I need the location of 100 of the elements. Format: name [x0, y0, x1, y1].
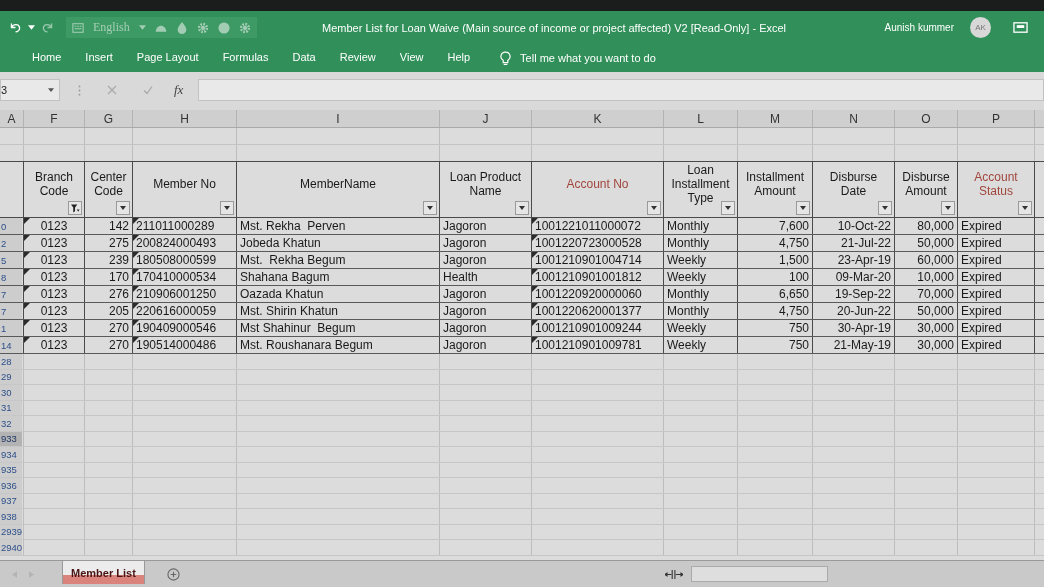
column-heading[interactable]: M	[738, 110, 813, 127]
filter-button[interactable]	[515, 201, 529, 216]
row-number[interactable]: 30	[0, 385, 22, 400]
corner-triangle-icon	[24, 337, 30, 343]
table-cell: Health	[443, 270, 478, 284]
table-cell: 275	[108, 236, 129, 250]
column-heading[interactable]: H	[133, 110, 237, 127]
row-number[interactable]: 7	[0, 286, 22, 302]
row-number[interactable]: 8	[0, 269, 22, 285]
row-number[interactable]: 7	[0, 303, 22, 319]
column-heading[interactable]: J	[440, 110, 532, 127]
table-cell: 21-May-19	[833, 338, 891, 352]
ribbon-tab[interactable]: Review	[327, 48, 388, 68]
caret-icon	[1022, 206, 1028, 211]
undo-icon[interactable]	[8, 21, 23, 34]
row-number[interactable]: 2940	[0, 540, 22, 555]
caret-icon	[48, 88, 54, 92]
table-cell: 10,000	[917, 270, 954, 284]
corner-triangle-icon	[532, 218, 538, 224]
filter-button[interactable]	[721, 201, 735, 216]
table-cell: Expired	[961, 304, 1002, 318]
table-cell: 270	[108, 321, 129, 335]
row-number[interactable]: 5	[0, 252, 22, 268]
row-number[interactable]: 32	[0, 416, 22, 431]
row-number[interactable]: 0	[0, 218, 22, 234]
column-header: Loan Product Name	[448, 170, 523, 199]
table-cell: 0123	[40, 236, 68, 250]
filter-button[interactable]	[423, 201, 437, 216]
user-name[interactable]: Aunish kummer	[884, 22, 954, 33]
filter-button[interactable]	[647, 201, 661, 216]
table-cell: 10-Oct-22	[837, 219, 891, 233]
grip-icon[interactable]	[78, 84, 81, 96]
column-heading[interactable]: O	[895, 110, 958, 127]
row-number[interactable]: 936	[0, 478, 22, 493]
split-handle-icon[interactable]	[664, 569, 683, 579]
column-heading[interactable]: A	[0, 110, 24, 127]
column-heading[interactable]: I	[237, 110, 440, 127]
filter-button[interactable]	[941, 201, 955, 216]
formula-field[interactable]	[198, 79, 1044, 101]
filter-button[interactable]	[796, 201, 810, 216]
ribbon-tab[interactable]: Help	[435, 48, 483, 68]
column-header: Member No	[153, 177, 216, 192]
droplet-icon[interactable]	[175, 21, 188, 34]
caret-icon[interactable]	[28, 25, 35, 30]
column-heading[interactable]: G	[85, 110, 133, 127]
sheet-tab[interactable]: Member List	[62, 561, 145, 584]
caret-icon[interactable]	[138, 25, 146, 30]
table-cell: 180508000599	[136, 253, 217, 267]
row-number[interactable]: 938	[0, 509, 22, 524]
column-heading[interactable]: L	[664, 110, 738, 127]
corner-triangle-icon	[532, 303, 538, 309]
column-heading[interactable]: K	[532, 110, 664, 127]
redo-icon[interactable]	[40, 21, 55, 34]
table-cell: 0123	[40, 338, 68, 352]
check-icon[interactable]	[143, 85, 153, 95]
row-number[interactable]: 934	[0, 447, 22, 462]
user-avatar[interactable]: AK	[970, 17, 991, 38]
row-number[interactable]: 1	[0, 320, 22, 336]
name-box[interactable]: 3	[0, 79, 60, 101]
corner-triangle-icon	[133, 337, 139, 343]
table-cell: 6,650	[778, 287, 809, 301]
insert-function-button[interactable]: fx	[171, 82, 187, 98]
table-cell: 211011000289	[136, 219, 215, 233]
table-cell: 270	[108, 338, 129, 352]
horizontal-scrollbar[interactable]	[690, 566, 828, 582]
circle-icon[interactable]	[217, 21, 230, 34]
column-heading[interactable]: P	[958, 110, 1035, 127]
ribbon-tab[interactable]: Page Layout	[124, 48, 211, 68]
row-number[interactable]: 2	[0, 235, 22, 251]
table-cell: Mst. Rekha Begum	[240, 253, 346, 267]
row-number[interactable]: 28	[0, 354, 22, 369]
ribbon-tab[interactable]: Formulas	[210, 48, 281, 68]
ribbon-display-icon[interactable]	[1013, 21, 1028, 34]
row-number[interactable]: 14	[0, 337, 22, 353]
table-cell: Expired	[961, 236, 1002, 250]
corner-triangle-icon	[532, 337, 538, 343]
corner-triangle-icon	[24, 303, 30, 309]
gear-icon[interactable]	[238, 21, 251, 34]
table-cell: 50,000	[917, 304, 954, 318]
filter-button[interactable]	[116, 201, 130, 216]
column-header: Account Status	[973, 170, 1019, 199]
filter-button[interactable]	[1018, 201, 1032, 216]
add-sheet-icon[interactable]	[166, 567, 180, 581]
filter-button[interactable]	[220, 201, 234, 216]
table-cell: Weekly	[667, 338, 707, 352]
filter-button[interactable]	[878, 201, 892, 216]
table-cell: 0123	[40, 304, 68, 318]
tell-me-search[interactable]: Tell me what you want to do	[500, 50, 656, 66]
lightbulb-icon	[500, 50, 512, 66]
ribbon-tab[interactable]: Home	[20, 48, 74, 68]
ribbon-tab[interactable]: View	[387, 48, 436, 68]
column-heading[interactable]: N	[813, 110, 895, 127]
filter-button[interactable]	[68, 201, 82, 216]
corner-triangle-icon	[532, 252, 538, 258]
ribbon-tab[interactable]: Insert	[73, 48, 125, 68]
ribbon-tab[interactable]: Data	[280, 48, 328, 68]
table-cell: 276	[108, 287, 129, 301]
caret-icon	[519, 206, 525, 211]
gear-icon[interactable]	[196, 21, 209, 34]
column-heading[interactable]: F	[24, 110, 85, 127]
